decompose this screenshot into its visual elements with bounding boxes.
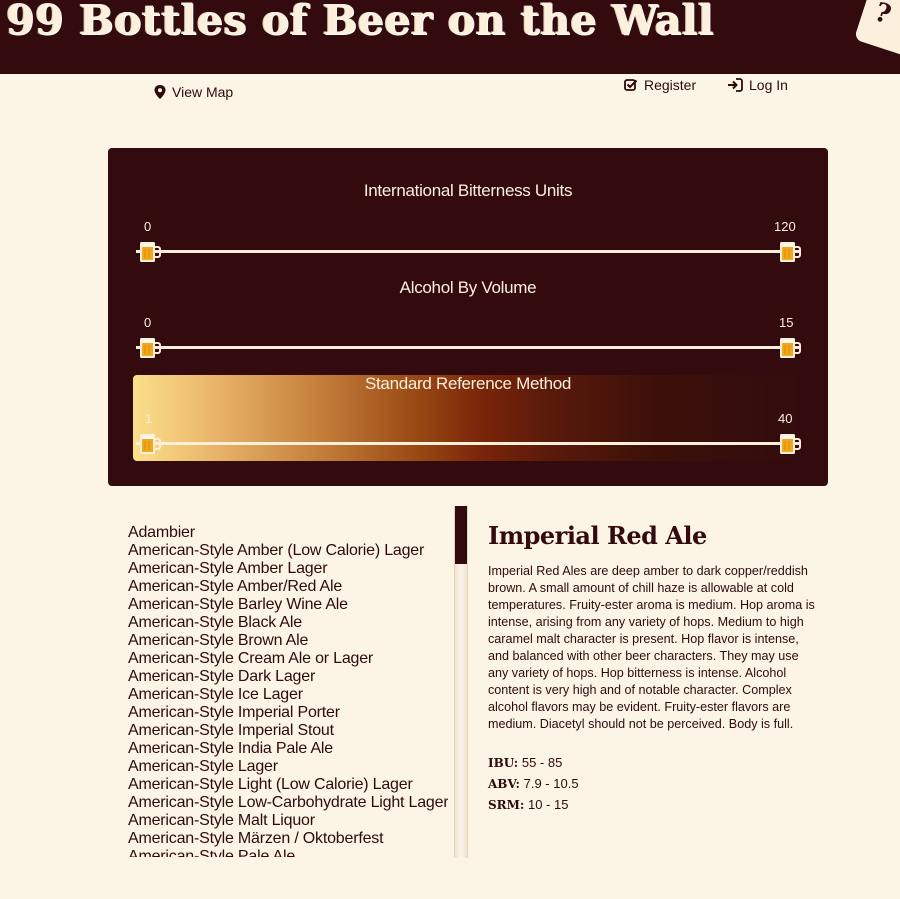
site-header: 99 Bottles of Beer on the Wall ? [0, 0, 900, 74]
srm-stat: SRM: 10 - 15 [488, 797, 568, 812]
abv-max-handle-icon[interactable] [775, 334, 801, 362]
abv-stat-label: ABV: [488, 777, 520, 791]
abv-slider-track[interactable] [136, 346, 800, 349]
check-square-icon [624, 79, 638, 91]
abv-stat-value: 7.9 - 10.5 [523, 776, 579, 791]
map-pin-icon [154, 85, 166, 99]
style-list-item[interactable]: American-Style Cream Ale or Lager [128, 650, 448, 668]
view-map-label: View Map [172, 84, 234, 100]
style-list-item[interactable]: American-Style Dark Lager [128, 668, 448, 686]
style-list-item[interactable]: American-Style Pale Ale [128, 848, 448, 857]
style-list-item[interactable]: American-Style India Pale Ale [128, 740, 448, 758]
style-list-item[interactable]: American-Style Märzen / Oktoberfest [128, 830, 448, 848]
site-title[interactable]: 99 Bottles of Beer on the Wall [6, 0, 714, 44]
style-list-item[interactable]: American-Style Amber (Low Calorie) Lager [128, 542, 448, 560]
style-list-item[interactable]: American-Style Brown Ale [128, 632, 448, 650]
abv-min-handle-icon[interactable] [135, 334, 161, 362]
style-list-scrollbar[interactable] [454, 506, 468, 858]
register-link[interactable]: Register [624, 77, 696, 93]
style-list-item[interactable]: American-Style Black Ale [128, 614, 448, 632]
style-list-item[interactable]: American-Style Amber/Red Ale [128, 578, 448, 596]
style-detail-name: Imperial Red Ale [488, 521, 707, 550]
style-list-item[interactable]: American-Style Ice Lager [128, 686, 448, 704]
style-list-item[interactable]: Adambier [128, 524, 448, 542]
view-map-link[interactable]: View Map [154, 84, 233, 100]
scrollbar-thumb[interactable] [455, 506, 467, 564]
srm-stat-label: SRM: [488, 798, 525, 812]
srm-min-handle-icon[interactable] [135, 430, 161, 458]
sign-in-icon [728, 78, 743, 92]
style-list-item[interactable]: American-Style Lager [128, 758, 448, 776]
ibu-stat-value: 55 - 85 [521, 755, 563, 770]
filter-panel: International Bitterness Units 0 120 Alc… [108, 148, 828, 486]
ibu-min-handle-icon[interactable] [135, 238, 161, 266]
abv-stat: ABV: 7.9 - 10.5 [488, 776, 579, 791]
beer-style-list[interactable]: Adambier American-Style Amber (Low Calori… [128, 524, 448, 857]
style-list-item[interactable]: American-Style Imperial Porter [128, 704, 448, 722]
register-label: Register [644, 77, 697, 93]
ibu-max-handle-icon[interactable] [775, 238, 801, 266]
login-label: Log In [749, 77, 788, 93]
srm-max-handle-icon[interactable] [775, 430, 801, 458]
srm-min-value: 1 [145, 411, 153, 426]
abv-max-value: 15 [779, 315, 794, 330]
style-list-item[interactable]: American-Style Imperial Stout [128, 722, 448, 740]
ibu-min-value: 0 [144, 219, 152, 234]
abv-min-value: 0 [144, 315, 152, 330]
style-list-item[interactable]: American-Style Malt Liquor [128, 812, 448, 830]
style-detail-description: Imperial Red Ales are deep amber to dark… [488, 564, 815, 731]
ibu-slider-track[interactable] [136, 250, 800, 253]
ibu-max-value: 120 [774, 219, 796, 234]
login-link[interactable]: Log In [727, 77, 788, 93]
srm-max-value: 40 [778, 411, 793, 426]
beer-logo-icon: ? [853, 0, 900, 58]
ibu-stat: IBU: 55 - 85 [488, 755, 562, 770]
style-list-item[interactable]: American-Style Low-Carbohydrate Light La… [128, 794, 448, 812]
style-list-item[interactable]: American-Style Light (Low Calorie) Lager [128, 776, 448, 794]
abv-filter-title: Alcohol By Volume [399, 278, 537, 297]
style-list-item[interactable]: American-Style Amber Lager [128, 560, 448, 578]
ibu-stat-label: IBU: [488, 756, 519, 770]
srm-filter-title: Standard Reference Method [364, 374, 572, 393]
style-list-item[interactable]: American-Style Barley Wine Ale [128, 596, 448, 614]
ibu-filter-title: International Bitterness Units [363, 181, 573, 200]
srm-stat-value: 10 - 15 [527, 797, 569, 812]
srm-slider-track[interactable] [136, 442, 800, 445]
